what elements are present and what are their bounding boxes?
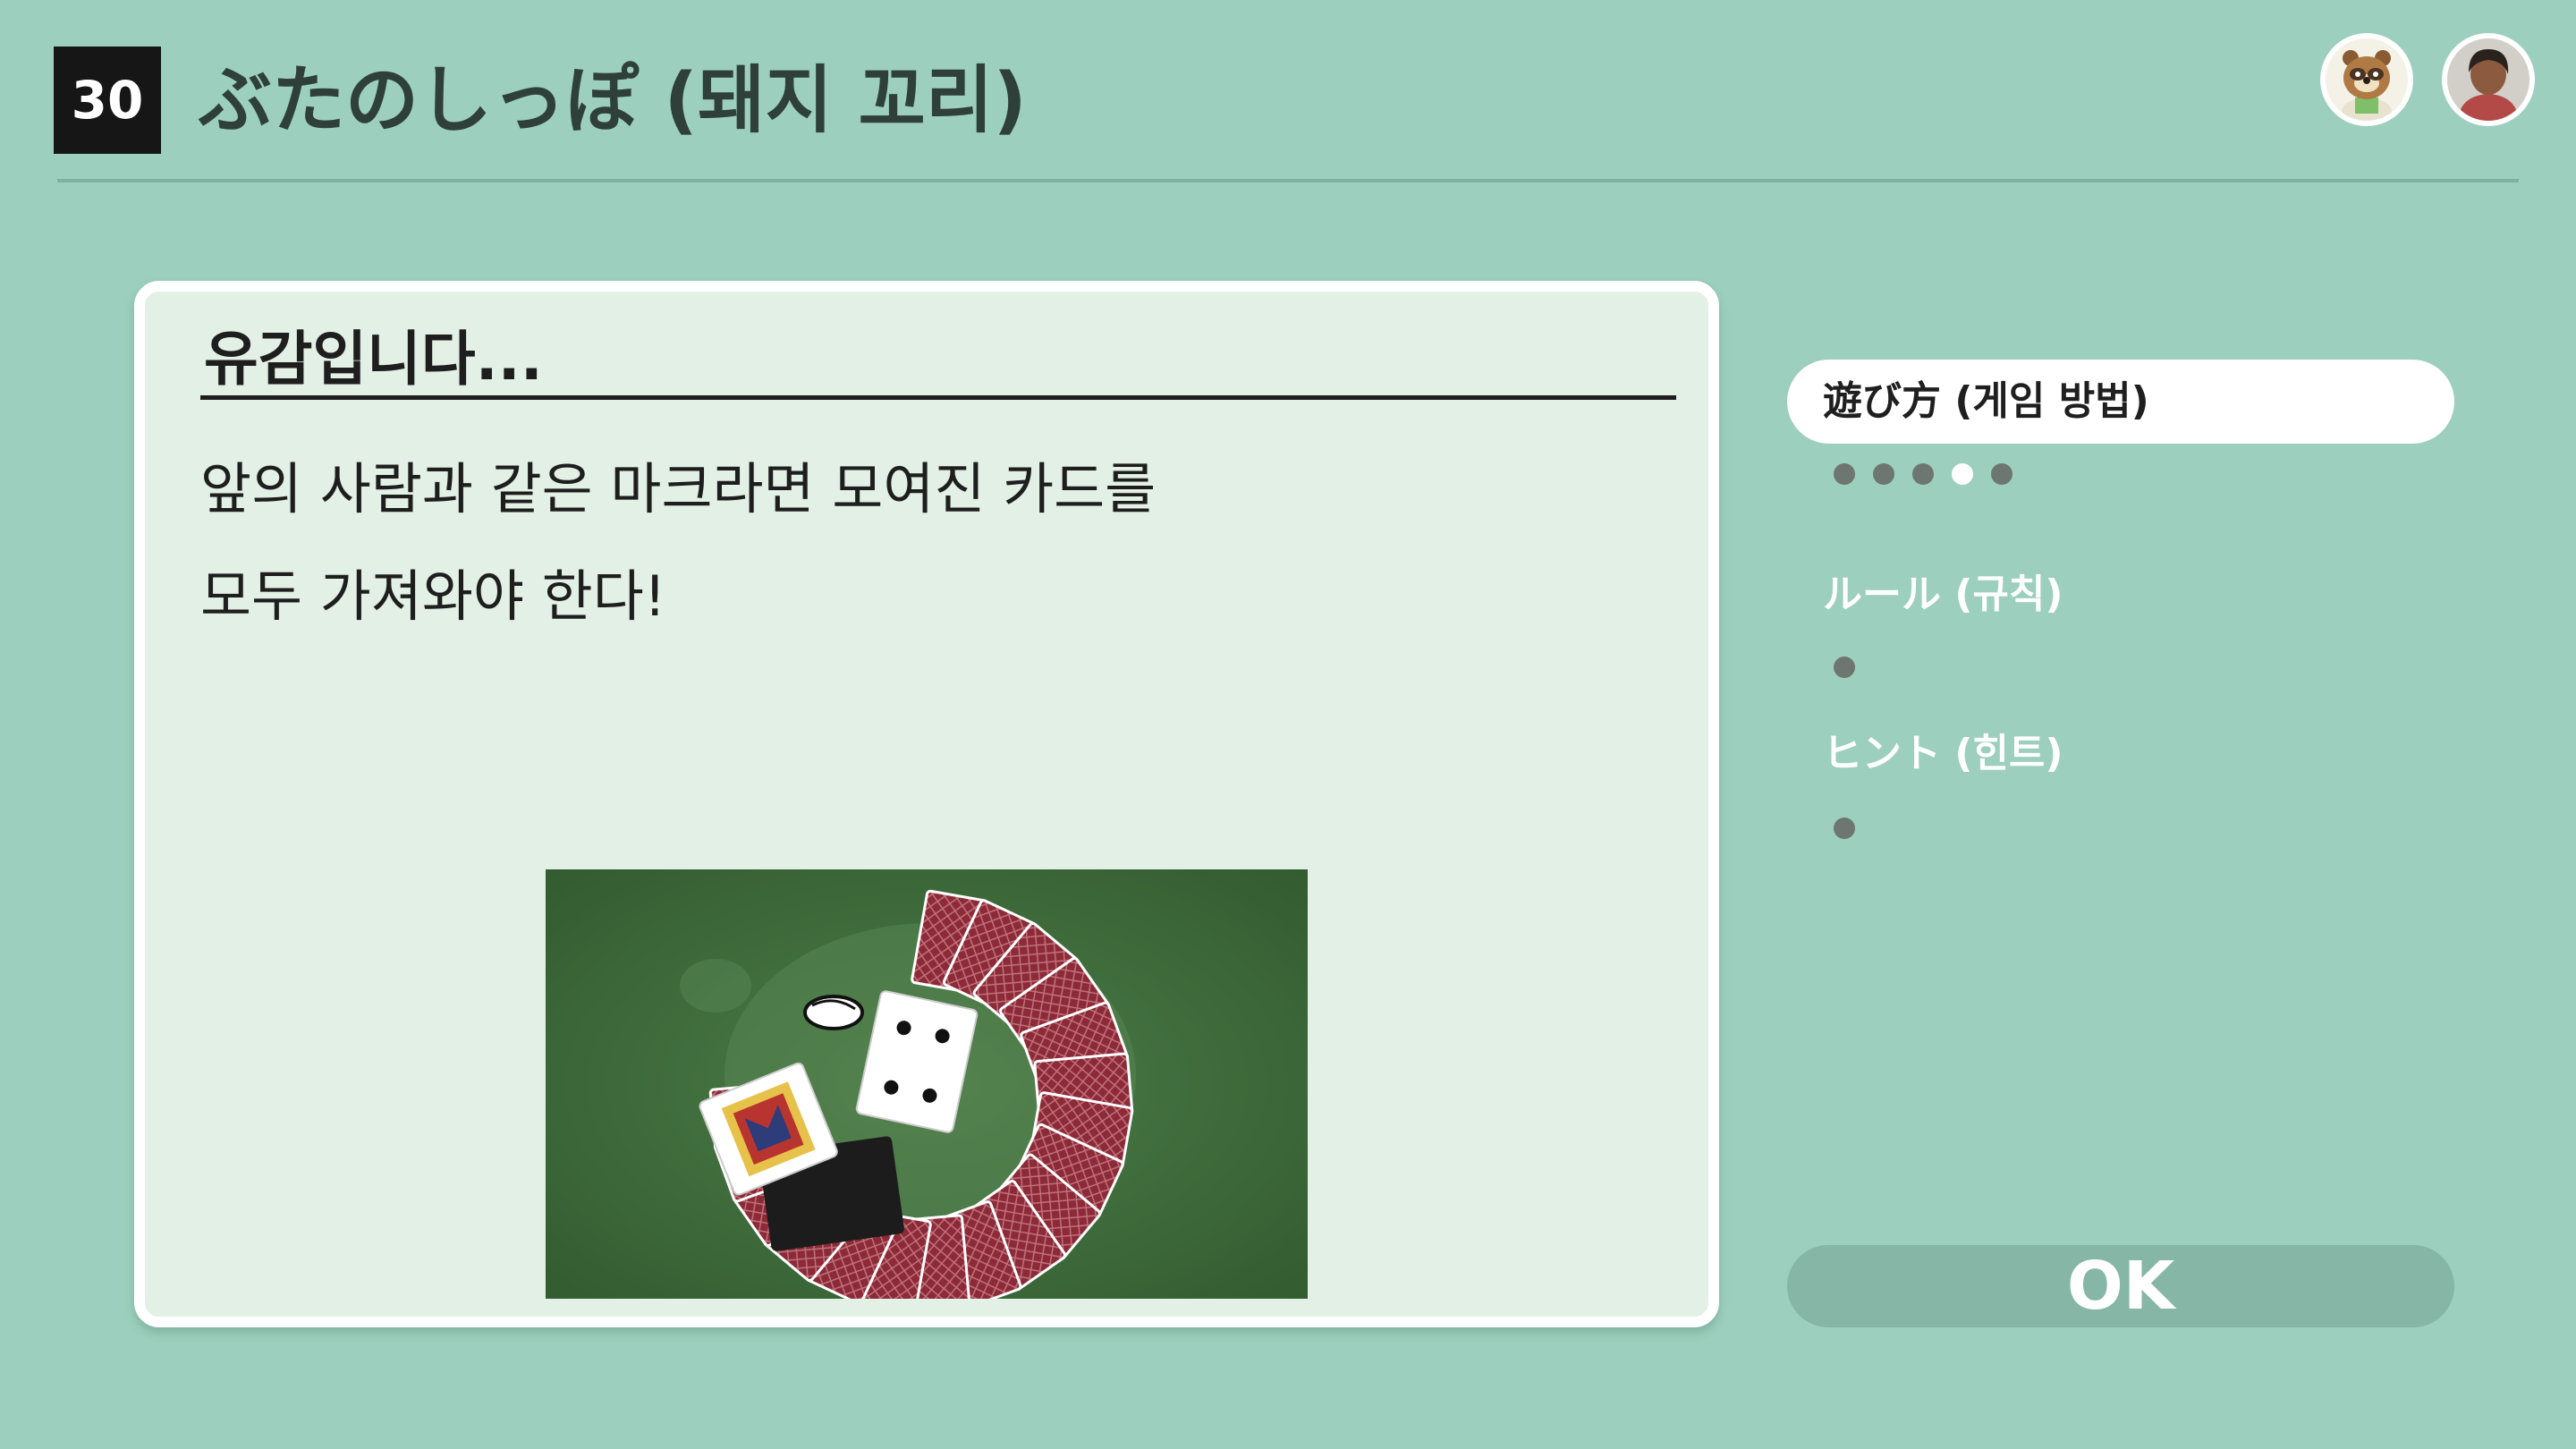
player-avatar-icon	[2447, 38, 2529, 121]
npc-avatar[interactable]	[2320, 33, 2413, 126]
page-dot	[1912, 463, 1934, 485]
page-dot	[1991, 463, 2012, 485]
page-indicator-how-to-play	[1834, 463, 2012, 485]
game-number-badge: 30	[54, 47, 161, 154]
panel-body-line-1: 앞의 사람과 같은 마크라면 모여진 카드를	[200, 456, 1157, 521]
game-title: ぶたのしっぽ (돼지 꼬리)	[199, 58, 1027, 143]
header-divider	[57, 179, 2519, 182]
menu-item-label: ヒント (힌트)	[1823, 731, 2063, 776]
page-indicator-rules	[1834, 657, 1855, 678]
panel-body-line-2: 모두 가져와야 한다!	[200, 564, 666, 629]
page-dot	[1834, 818, 1855, 839]
page-indicator-hints	[1834, 818, 1855, 839]
menu-item-hints[interactable]: ヒント (힌트)	[1787, 712, 2454, 796]
card-fan-illustration	[546, 869, 1308, 1299]
gameplay-screenshot	[546, 869, 1308, 1299]
explanation-panel: 유감입니다... 앞의 사람과 같은 마크라면 모여진 카드를 모두 가져와야 …	[134, 281, 1719, 1327]
menu-item-rules[interactable]: ルール (규칙)	[1787, 553, 2454, 637]
page-dot	[1834, 657, 1855, 678]
player-avatar[interactable]	[2442, 33, 2535, 126]
raccoon-avatar-icon	[2326, 38, 2408, 121]
page-dot-current	[1952, 463, 1973, 485]
ok-button[interactable]: OK	[1787, 1245, 2454, 1327]
page-dot	[1873, 463, 1894, 485]
panel-divider	[200, 395, 1676, 400]
menu-item-how-to-play[interactable]: 遊び方 (게임 방법)	[1787, 360, 2454, 444]
page-dot	[1834, 463, 1855, 485]
menu-item-label: ルール (규칙)	[1823, 572, 2063, 617]
panel-title: 유감입니다...	[204, 325, 543, 394]
menu-item-label: 遊び方 (게임 방법)	[1823, 378, 2149, 424]
